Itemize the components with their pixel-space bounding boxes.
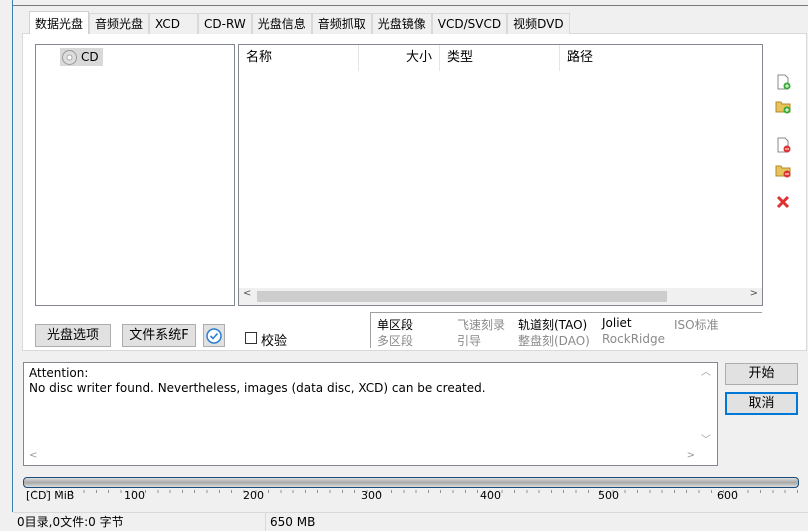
option-single-session[interactable]: 单区段 — [377, 316, 413, 333]
log-output[interactable]: Attention: No disc writer found. Neverth… — [23, 362, 718, 466]
status-summary: 0目录,0文件:0 字节 — [17, 515, 124, 529]
scale-tick-label: 100 — [124, 489, 145, 502]
option-leadin[interactable]: 引导 — [457, 332, 481, 349]
file-list[interactable]: 名称 大小 类型 路径 < > — [238, 44, 763, 306]
option-iso-standard[interactable]: ISO标准 — [674, 316, 719, 333]
tree-node-label: CD — [81, 50, 99, 64]
option-joliet[interactable]: Joliet — [602, 316, 632, 330]
column-type[interactable]: 类型 — [440, 45, 560, 71]
clear-all-icon[interactable] — [775, 194, 791, 210]
option-tao[interactable]: 轨道刻(TAO) — [518, 316, 587, 333]
scale-tick-label: 300 — [361, 489, 382, 502]
scale-tick-label: 500 — [598, 489, 619, 502]
cancel-button[interactable]: 取消 — [725, 392, 798, 415]
tab-vcd-svcd[interactable]: VCD/SVCD — [431, 13, 508, 34]
tab-audio-disc[interactable]: 音频光盘 — [89, 13, 150, 34]
scrollbar-thumb[interactable] — [257, 291, 667, 302]
cd-icon — [62, 49, 77, 65]
window-left-border — [12, 0, 13, 512]
add-file-icon[interactable] — [775, 74, 791, 90]
log-line: Attention: — [29, 366, 89, 380]
scroll-up-icon[interactable]: ︿ — [701, 365, 711, 380]
burn-options: 单区段 多区段 飞速刻录 引导 轨道刻(TAO) 整盘刻(DAO) Joliet… — [370, 312, 762, 348]
option-burnproof[interactable]: 飞速刻录 — [457, 316, 505, 333]
status-bar: 0目录,0文件:0 字节 650 MB — [13, 512, 808, 531]
status-divider — [265, 513, 266, 531]
tab-xcd[interactable]: XCD — [149, 13, 199, 34]
tab-data-disc[interactable]: 数据光盘 — [29, 11, 90, 34]
column-size[interactable]: 大小 — [359, 45, 440, 71]
filesystem-button[interactable]: 文件系统F — [122, 324, 196, 347]
option-rockridge[interactable]: RockRidge — [602, 332, 665, 346]
check-circle-icon — [206, 328, 222, 344]
tab-cd-rw[interactable]: CD-RW — [198, 13, 252, 34]
verify-checkbox[interactable] — [245, 332, 257, 344]
tab-bar: 数据光盘 音频光盘 XCD CD-RW 光盘信息 音频抓取 光盘镜像 VCD/S… — [29, 11, 570, 34]
remove-file-icon[interactable] — [775, 137, 791, 153]
tab-video-dvd[interactable]: 视频DVD — [507, 13, 570, 34]
verify-settings-button[interactable] — [203, 324, 225, 347]
scale-unit: [CD] MiB — [26, 489, 75, 502]
verify-label: 校验 — [261, 334, 288, 349]
disc-options-button[interactable]: 光盘选项 — [35, 324, 111, 347]
remove-folder-icon[interactable] — [775, 162, 791, 178]
disc-usage-bar — [23, 477, 799, 488]
tab-disc-info[interactable]: 光盘信息 — [251, 13, 312, 34]
scroll-right-icon[interactable]: > — [750, 288, 758, 299]
scale-tick-label: 200 — [243, 489, 264, 502]
tab-audio-grab[interactable]: 音频抓取 — [311, 13, 372, 34]
tab-disc-image[interactable]: 光盘镜像 — [371, 13, 432, 34]
scroll-left-icon[interactable]: < — [29, 448, 37, 463]
scroll-down-icon[interactable]: ﹀ — [701, 433, 711, 448]
scroll-right-icon[interactable]: > — [687, 448, 695, 463]
scale-tick-label: 600 — [717, 489, 738, 502]
option-dao[interactable]: 整盘刻(DAO) — [518, 332, 590, 349]
column-path[interactable]: 路径 — [560, 45, 760, 71]
start-button[interactable]: 开始 — [725, 363, 798, 385]
horizontal-scrollbar[interactable]: < > — [239, 288, 762, 305]
add-folder-icon[interactable] — [775, 98, 791, 114]
window-top-border — [12, 0, 808, 6]
tree-node-cd[interactable]: CD — [60, 48, 103, 66]
status-capacity: 650 MB — [270, 515, 316, 529]
scroll-left-icon[interactable]: < — [243, 288, 251, 299]
log-line: No disc writer found. Nevertheless, imag… — [29, 381, 486, 395]
option-multi-session[interactable]: 多区段 — [377, 332, 413, 349]
scale-tick-label: 400 — [480, 489, 501, 502]
folder-tree[interactable]: CD — [35, 44, 235, 306]
column-name[interactable]: 名称 — [239, 45, 359, 71]
